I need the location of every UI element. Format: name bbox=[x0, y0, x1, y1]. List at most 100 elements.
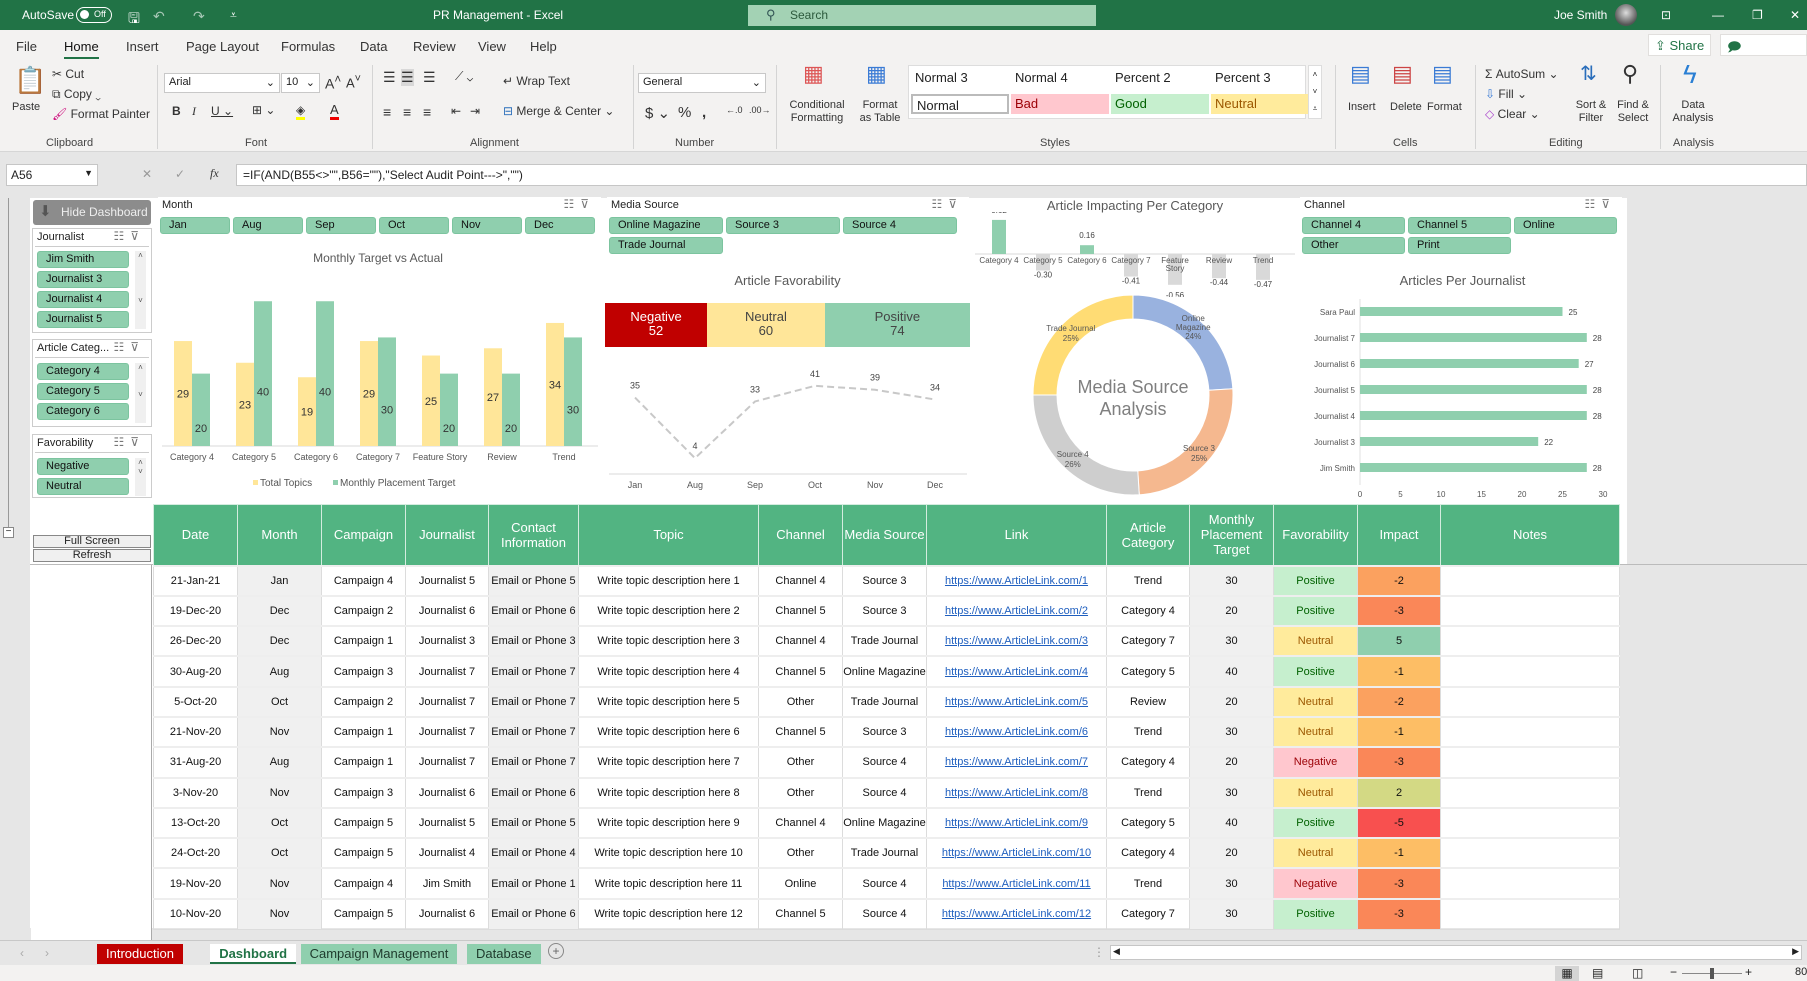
orientation-icon[interactable]: ⟋ ⌄ bbox=[455, 69, 473, 84]
percent-icon[interactable]: % bbox=[678, 104, 691, 121]
font-size-select[interactable]: 10 ⌄ bbox=[281, 73, 320, 93]
format-painter-button[interactable]: 🖌 Format Painter bbox=[52, 107, 150, 121]
cell-link[interactable]: https://www.ArticleLink.com/3 bbox=[926, 625, 1107, 657]
search-box[interactable]: ⚲ Search bbox=[748, 5, 1096, 26]
column-header[interactable]: Channel bbox=[758, 504, 843, 566]
enter-icon[interactable]: ✓ bbox=[175, 167, 185, 181]
tab-help[interactable]: Help bbox=[530, 39, 557, 54]
cell-link[interactable]: https://www.ArticleLink.com/1 bbox=[926, 564, 1107, 597]
page-layout-icon[interactable]: ▤ bbox=[1592, 966, 1603, 980]
conditional-formatting-icon[interactable]: ▦ bbox=[803, 61, 824, 87]
cancel-icon[interactable]: ✕ bbox=[142, 167, 152, 181]
column-header[interactable]: Media Source bbox=[842, 504, 927, 566]
customize-qat-icon[interactable]: ⩡ bbox=[230, 8, 237, 23]
slicer-item[interactable]: Neutral bbox=[37, 478, 129, 495]
column-header[interactable]: Impact bbox=[1357, 504, 1441, 566]
insert-button[interactable]: Insert bbox=[1348, 101, 1376, 114]
cell-link[interactable]: https://www.ArticleLink.com/8 bbox=[926, 776, 1107, 809]
ribbon-display-icon[interactable]: ⊡ bbox=[1661, 8, 1671, 22]
sort-filter-icon[interactable]: ⇅ bbox=[1580, 61, 1597, 86]
column-header[interactable]: Journalist bbox=[405, 504, 489, 566]
zoom-out-icon[interactable]: − bbox=[1670, 965, 1677, 979]
column-header[interactable]: Month bbox=[237, 504, 322, 566]
tab-scroll-right-icon[interactable]: › bbox=[45, 946, 49, 960]
slicer-item[interactable]: Print bbox=[1408, 237, 1511, 254]
slicer-item[interactable]: Category 6 bbox=[37, 403, 129, 420]
sheet-tab-introduction[interactable]: Introduction bbox=[97, 944, 183, 964]
scroll-left-icon[interactable]: ◀ bbox=[1113, 946, 1120, 957]
autosave-toggle[interactable]: Off bbox=[76, 7, 112, 23]
tab-page-layout[interactable]: Page Layout bbox=[186, 39, 259, 54]
slicer-item[interactable]: Jim Smith bbox=[37, 251, 129, 268]
delete-button[interactable]: Delete bbox=[1390, 101, 1422, 114]
italic-icon[interactable]: I bbox=[192, 104, 196, 119]
multi-select-icon[interactable]: ☷ bbox=[113, 229, 130, 243]
cell-link[interactable]: https://www.ArticleLink.com/12 bbox=[926, 897, 1107, 930]
font-color-icon[interactable]: A bbox=[330, 102, 339, 120]
align-bottom-icon[interactable]: ☰ bbox=[423, 69, 436, 86]
align-center-icon[interactable]: ≡ bbox=[403, 104, 411, 120]
slicer-item[interactable]: Other bbox=[1302, 237, 1405, 254]
tab-scroll-left-icon[interactable]: ‹ bbox=[20, 946, 24, 960]
cell-link[interactable]: https://www.ArticleLink.com/11 bbox=[926, 867, 1107, 900]
indent-decrease-icon[interactable]: ⇤ bbox=[451, 104, 461, 118]
slicer-scrollbar[interactable]: ˄ ˅ bbox=[135, 458, 146, 496]
data-analysis-button[interactable]: Data Analysis bbox=[1668, 99, 1718, 125]
clear-filter-icon[interactable]: ⊽ bbox=[130, 340, 145, 354]
style-normal-3[interactable]: Normal 3 bbox=[911, 68, 1009, 88]
lightning-icon[interactable]: ϟ bbox=[1683, 59, 1697, 90]
bold-icon[interactable]: B bbox=[172, 104, 181, 118]
slicer-item[interactable]: Category 5 bbox=[37, 383, 129, 400]
normal-view-icon[interactable]: ▦ bbox=[1555, 966, 1579, 981]
underline-icon[interactable]: U ⌄ bbox=[211, 104, 233, 118]
conditional-formatting-button[interactable]: Conditional Formatting bbox=[784, 99, 850, 125]
slicer-item[interactable]: Source 3 bbox=[726, 217, 840, 234]
style-normal-4[interactable]: Normal 4 bbox=[1011, 68, 1109, 88]
fill-color-icon[interactable]: ◈ bbox=[296, 103, 306, 120]
column-header[interactable]: Favorability bbox=[1273, 504, 1358, 566]
align-top-icon[interactable]: ☰ bbox=[383, 69, 396, 86]
horizontal-scrollbar[interactable]: ◀ ▶ bbox=[1110, 945, 1802, 960]
close-icon[interactable]: ✕ bbox=[1790, 8, 1800, 22]
chevron-down-icon[interactable]: ˅ bbox=[1313, 87, 1318, 96]
clear-filter-icon[interactable]: ⊽ bbox=[948, 197, 963, 211]
column-header[interactable]: Notes bbox=[1440, 504, 1620, 566]
clear-filter-icon[interactable]: ⊽ bbox=[130, 229, 145, 243]
insert-cells-icon[interactable]: ▤ bbox=[1350, 61, 1371, 87]
tab-insert[interactable]: Insert bbox=[126, 39, 159, 54]
cell-link[interactable]: https://www.ArticleLink.com/4 bbox=[926, 655, 1107, 688]
column-header[interactable]: Article Category bbox=[1106, 504, 1190, 566]
save-icon[interactable]: 🖫 bbox=[128, 8, 140, 32]
tab-data[interactable]: Data bbox=[360, 39, 387, 54]
format-button[interactable]: Format bbox=[1427, 101, 1462, 114]
formula-input[interactable]: =IF(AND(B55<>"",B56=""),"Select Audit Po… bbox=[236, 164, 1807, 186]
currency-icon[interactable]: $ ⌄ bbox=[645, 104, 670, 122]
borders-icon[interactable]: ⊞ ⌄ bbox=[252, 103, 275, 117]
copy-button[interactable]: ⧉ Copy ⌄ bbox=[52, 87, 101, 102]
cell-link[interactable]: https://www.ArticleLink.com/6 bbox=[926, 715, 1107, 748]
styles-scroll[interactable]: ˄ ˅ ⩡ bbox=[1308, 65, 1322, 119]
slicer-item[interactable]: Sep bbox=[306, 217, 376, 234]
column-header[interactable]: Link bbox=[926, 504, 1107, 566]
indent-increase-icon[interactable]: ⇥ bbox=[470, 104, 480, 118]
wrap-text-button[interactable]: ↵ Wrap Text bbox=[503, 74, 570, 88]
multi-select-icon[interactable]: ☷ bbox=[113, 435, 130, 449]
clear-filter-icon[interactable]: ⊽ bbox=[580, 197, 595, 211]
multi-select-icon[interactable]: ☷ bbox=[113, 340, 130, 354]
split-handle-icon[interactable]: ⋮ bbox=[1093, 945, 1105, 959]
scroll-right-icon[interactable]: ▶ bbox=[1792, 946, 1799, 957]
slicer-item[interactable]: Nov bbox=[452, 217, 522, 234]
undo-icon[interactable]: ↶ bbox=[153, 8, 165, 25]
format-table-icon[interactable]: ▦ bbox=[866, 61, 887, 87]
avatar[interactable] bbox=[1615, 4, 1637, 26]
full-screen-button[interactable]: Full Screen bbox=[33, 535, 151, 548]
share-button[interactable]: ⇪ Share bbox=[1648, 34, 1712, 56]
comments-button[interactable]: 🗩 Comments bbox=[1720, 34, 1807, 75]
redo-icon[interactable]: ↷ bbox=[193, 8, 205, 25]
clear-filter-icon[interactable]: ⊽ bbox=[130, 435, 145, 449]
merge-center-button[interactable]: ⊟ Merge & Center ⌄ bbox=[503, 104, 614, 118]
slicer-item[interactable]: Online Magazine bbox=[609, 217, 723, 234]
font-name-select[interactable]: Arial ⌄ bbox=[164, 73, 280, 93]
increase-font-icon[interactable]: A˄ bbox=[325, 73, 341, 92]
slicer-item[interactable]: Dec bbox=[525, 217, 595, 234]
